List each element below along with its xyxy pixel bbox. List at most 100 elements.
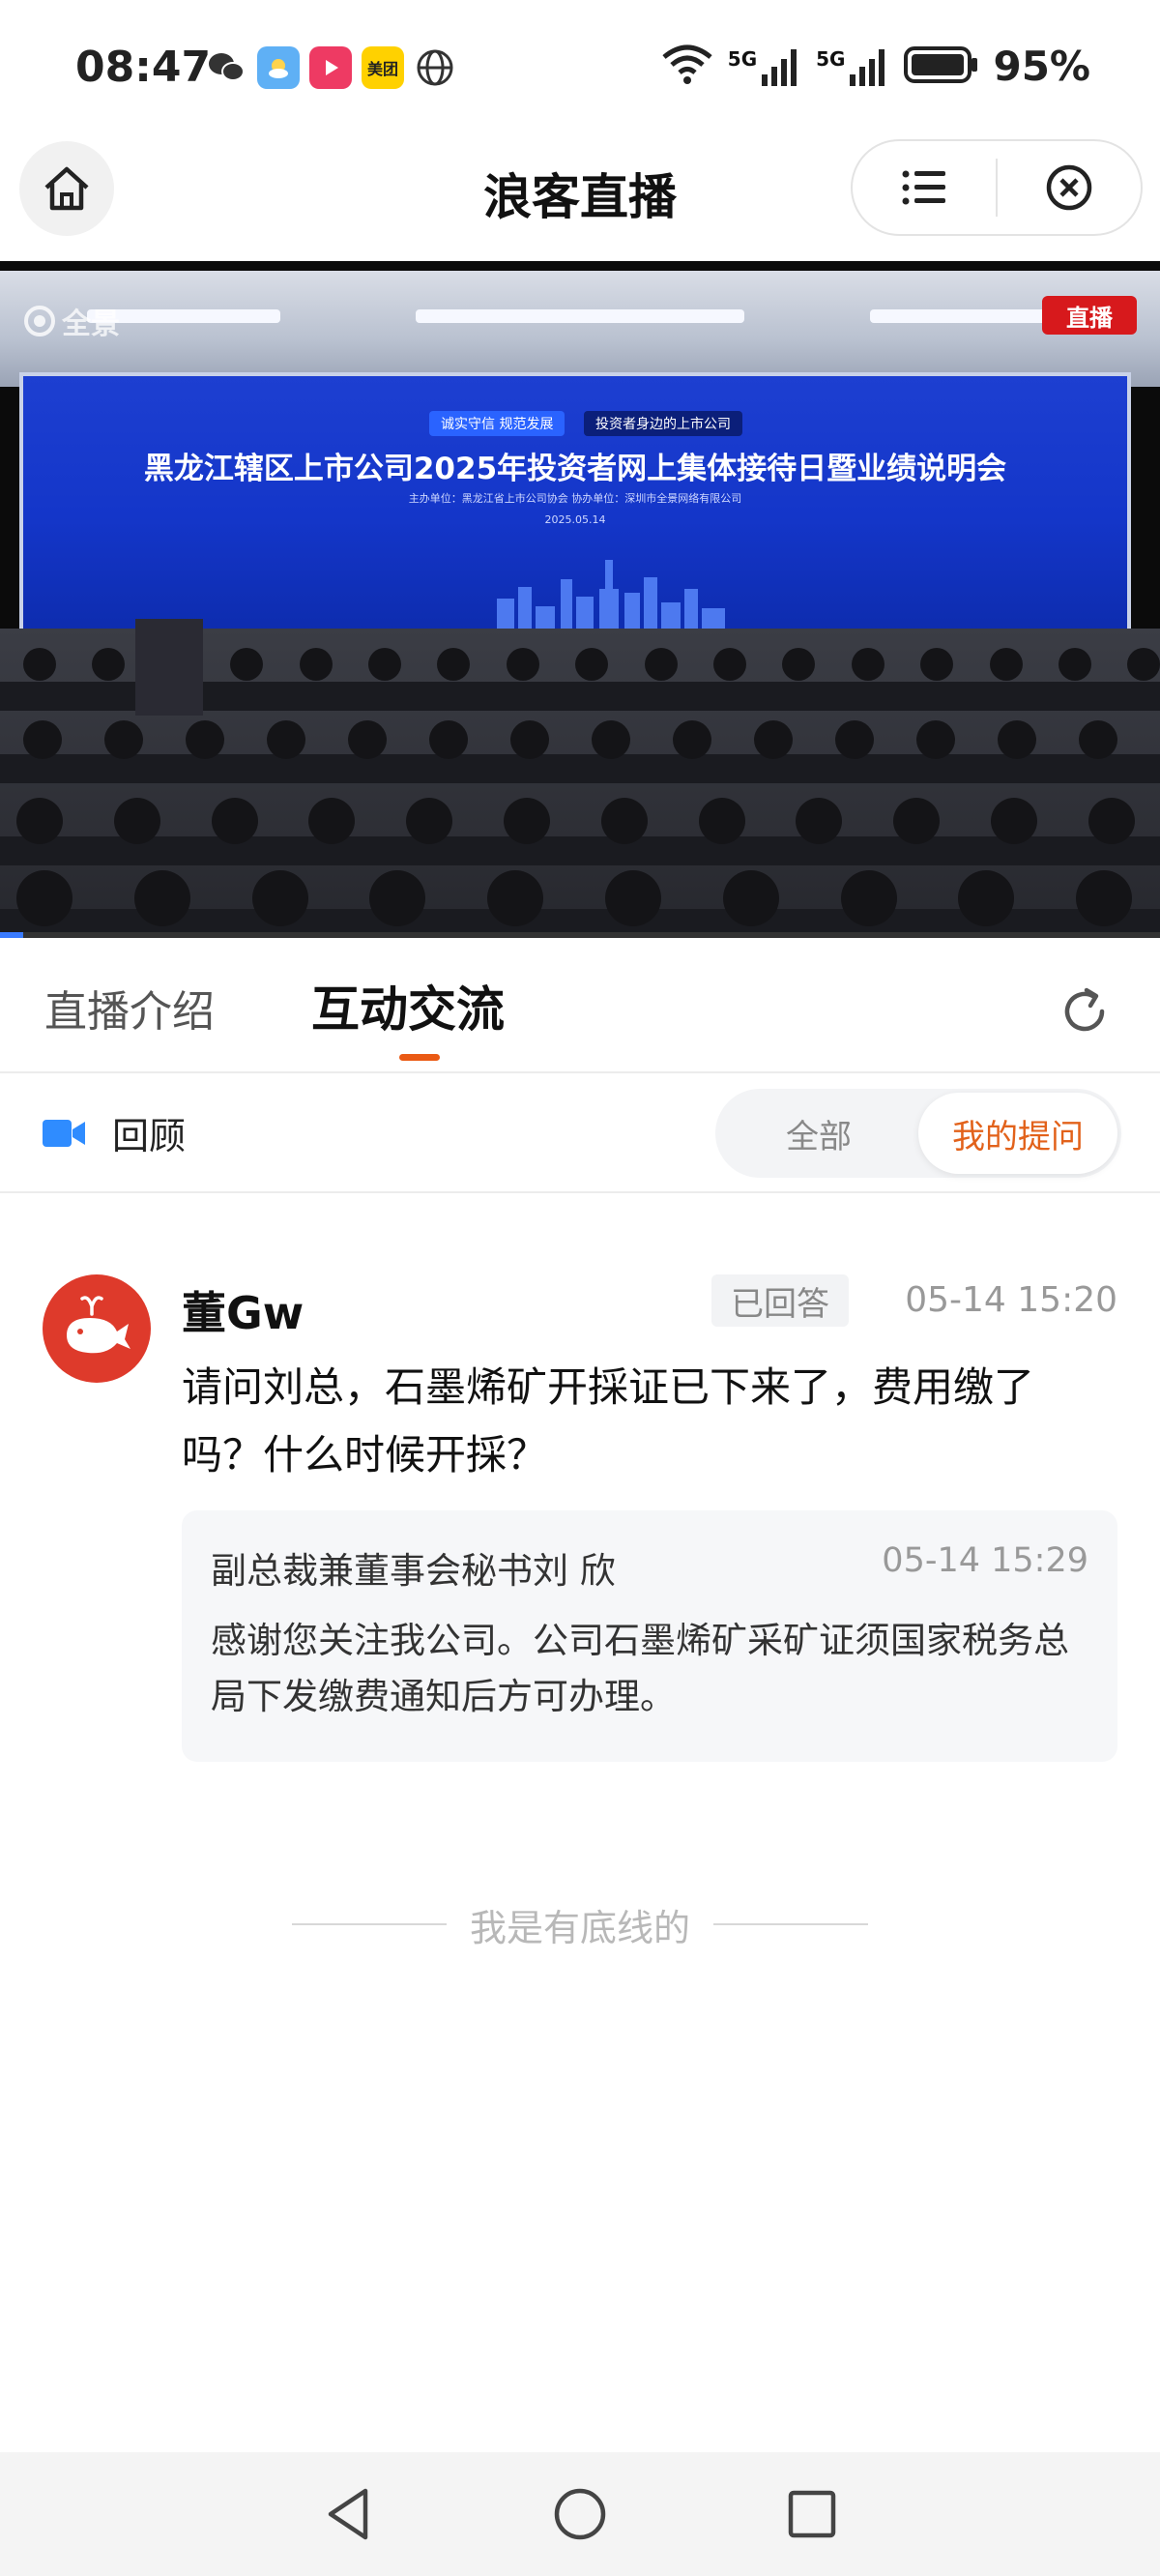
audience-head [916,720,955,759]
battery-percent: 95% [993,43,1090,90]
back-button[interactable] [314,2480,382,2548]
status-app-icons: 美团 [205,46,456,89]
signal-label-2: 5G [816,46,846,71]
reply-author: 副总裁兼董事会秘书刘 欣 [211,1550,616,1592]
audience-head [211,798,258,844]
audience-head [504,798,550,844]
ceiling-light [416,309,744,323]
audience-head [113,798,160,844]
audience-head [267,720,305,759]
audience-head [782,648,816,681]
replay-button[interactable]: 回顾 [43,1106,186,1159]
audience-head [835,720,874,759]
video-icon [309,46,352,89]
audience-head [133,870,190,926]
audience-head [893,798,941,844]
audience-head [1076,870,1133,926]
audience-head [92,648,126,681]
close-miniapp-button[interactable] [998,141,1141,234]
ceiling-light [870,309,1063,323]
tab-live-intro[interactable]: 直播介绍 [44,977,215,1039]
audience-head [23,648,56,681]
audience-head [299,648,333,681]
question-time: 05-14 15:20 [905,1280,1117,1320]
recents-button[interactable] [778,2480,846,2548]
audience-head [251,870,308,926]
filter-all[interactable]: 全部 [719,1093,918,1174]
audience-head [989,648,1023,681]
desk-row [0,754,1160,783]
end-of-list-text: 我是有底线的 [469,1906,690,1949]
audience-head [1088,798,1135,844]
question-username: 董Gw [182,1287,304,1339]
audience-head [23,720,62,759]
screen-tag: 诚实守信 规范发展 [429,411,566,436]
live-badge: 直播 [1042,296,1137,335]
audience-head [104,720,143,759]
audience-head [1079,720,1117,759]
home-circle-icon [554,2488,606,2540]
home-nav-button[interactable] [546,2480,614,2548]
conference-organizers: 主办单位：黑龙江省上市公司协会 协办单位：深圳市全景网络有限公司 [408,492,742,505]
globe-icon [414,46,456,89]
reply-time: 05-14 15:29 [882,1541,1088,1580]
audience-head [592,720,630,759]
audience-head [605,870,661,926]
nav-bar: 浪客直播 [0,135,1160,261]
audience-head [437,648,471,681]
audience-head [1058,648,1091,681]
menu-button[interactable] [853,141,996,234]
audience-head [510,720,549,759]
audience-head [429,720,468,759]
tab-interaction[interactable]: 互动交流 [311,971,505,1040]
audience-head [991,798,1037,844]
active-tab-indicator [399,1054,440,1061]
audience-head [575,648,609,681]
wechat-icon [205,46,247,89]
answered-badge: 已回答 [711,1274,849,1327]
video-brand-watermark: 全景 [23,300,120,342]
weather-icon [257,46,300,89]
close-circle-icon [1046,164,1092,211]
avatar[interactable] [43,1274,151,1383]
divider-line [291,1923,447,1925]
meituan-label: 美团 [366,60,398,78]
end-of-list-indicator: 我是有底线的 [0,1895,1160,1953]
audience-head [406,798,453,844]
conference-date: 2025.05.14 [544,513,606,526]
conference-title: 黑龙江辖区上市公司2025年投资者网上集体接待日暨业绩说明会 [143,452,1007,486]
audience-head [369,870,426,926]
signal-icon-2: 5G [816,47,890,86]
audience-head [754,720,793,759]
replay-label: 回顾 [112,1115,187,1157]
content-tabs: 直播介绍 互动交流 [0,938,1160,1073]
audience-head [487,870,544,926]
miniapp-capsule [851,139,1143,236]
back-triangle-icon [328,2488,368,2540]
recents-square-icon [788,2490,836,2538]
audience-head [600,798,648,844]
list-menu-icon [902,170,945,205]
audience-head [186,720,224,759]
audience-head [698,798,745,844]
audience-head [368,648,401,681]
audience-head [348,720,387,759]
audience-head [230,648,264,681]
whale-avatar-icon [67,1296,130,1354]
audience-head [1127,648,1160,681]
speaker-podium [135,619,203,716]
video-camera-icon [43,1119,85,1147]
audience-head [713,648,746,681]
audience-head [920,648,954,681]
filter-row: 回顾 全部 我的提问 [0,1073,1160,1193]
brand-label: 全景 [62,307,120,341]
audience-head [16,870,72,926]
signal-icon-1: 5G [728,47,802,86]
status-indicators: 5G 5G 95% [660,43,1090,90]
reply-text: 感谢您关注我公司。公司石墨烯矿采矿证须国家税务总局下发缴费通知后方可办理。 [211,1620,1069,1717]
live-video-player[interactable]: 诚实守信 规范发展 投资者身边的上市公司 黑龙江辖区上市公司2025年投资者网上… [0,261,1160,938]
filter-my-questions[interactable]: 我的提问 [918,1093,1117,1174]
audience-head [506,648,539,681]
status-bar: 08:47 美团 5G 5G 95% [0,0,1160,135]
refresh-icon[interactable] [1056,982,1114,1040]
